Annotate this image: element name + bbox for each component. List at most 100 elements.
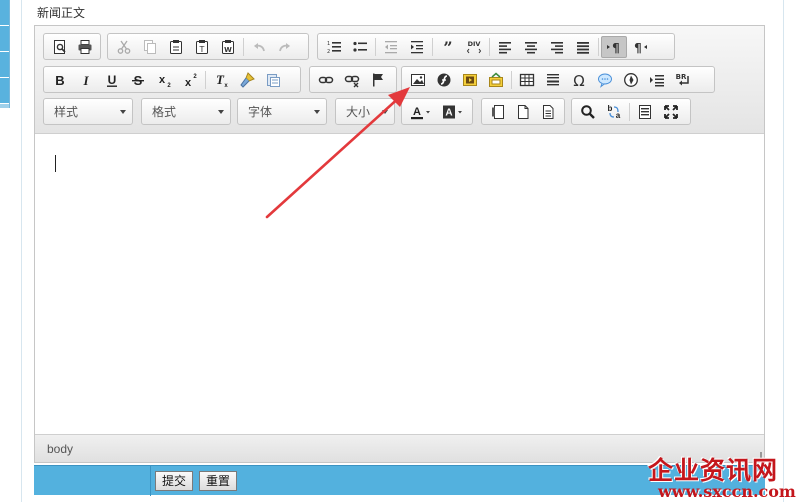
horizontal-rule-icon[interactable]	[540, 69, 566, 91]
reset-button[interactable]: 重置	[199, 471, 238, 491]
outdent-icon[interactable]	[378, 36, 404, 58]
paste-text-icon[interactable]: T	[189, 36, 215, 58]
page-break-icon[interactable]	[618, 69, 644, 91]
image-icon[interactable]	[405, 69, 431, 91]
italic-icon[interactable]: I	[73, 69, 99, 91]
svg-text:x: x	[159, 74, 166, 86]
toolbar-group-basic-styles: B I U S x2 x2 Tx	[43, 66, 301, 93]
svg-text:W: W	[224, 46, 232, 54]
toolbar-group-clipboard: T W	[107, 33, 309, 60]
ltr-icon[interactable]: ¶	[601, 35, 627, 58]
svg-text:b: b	[608, 104, 613, 113]
editor-content-area[interactable]	[35, 134, 764, 434]
align-right-icon[interactable]	[544, 36, 570, 58]
numbered-list-icon[interactable]: 12	[321, 36, 347, 58]
svg-text:I: I	[82, 73, 89, 88]
toolbar-group-document	[43, 33, 101, 60]
field-label: 新闻正文	[37, 6, 86, 20]
text-caret	[55, 155, 56, 172]
rtl-icon[interactable]: ¶	[627, 36, 653, 58]
cut-icon[interactable]	[111, 36, 137, 58]
frame-border-right	[783, 0, 784, 502]
svg-text:DIV: DIV	[468, 40, 481, 48]
source-doc-icon[interactable]	[485, 101, 510, 123]
toolbar-group-document-tools	[481, 98, 565, 125]
strike-icon[interactable]: S	[125, 69, 151, 91]
svg-text:x: x	[224, 83, 228, 88]
redo-icon[interactable]	[272, 36, 298, 58]
styles-combo[interactable]: 样式	[43, 98, 133, 125]
chevron-down-icon	[382, 110, 388, 114]
table-icon[interactable]	[514, 69, 540, 91]
chevron-down-icon	[314, 110, 320, 114]
preview-icon[interactable]	[47, 36, 72, 58]
element-path[interactable]: body	[47, 442, 73, 456]
copy-format-icon[interactable]	[234, 69, 260, 91]
remove-format-icon[interactable]: Tx	[208, 69, 234, 91]
anchor-icon[interactable]	[365, 69, 391, 91]
chevron-down-icon	[120, 110, 126, 114]
svg-text:a: a	[616, 111, 621, 120]
paste-icon[interactable]	[163, 36, 189, 58]
iframe-icon[interactable]	[483, 69, 509, 91]
toolbar-group-links	[309, 66, 397, 93]
indent-icon[interactable]	[404, 36, 430, 58]
svg-text:¶: ¶	[612, 41, 620, 55]
media-icon[interactable]	[457, 69, 483, 91]
paste-plain-icon[interactable]	[260, 69, 286, 91]
smiley-icon[interactable]	[592, 69, 618, 91]
left-nav-stub	[0, 0, 10, 108]
undo-icon[interactable]	[246, 36, 272, 58]
svg-text:Ω: Ω	[573, 72, 584, 88]
select-all-icon[interactable]	[632, 101, 658, 123]
copy-icon[interactable]	[137, 36, 163, 58]
site-watermark-logo: 企业资讯网 www.sxccn.com	[648, 456, 796, 501]
format-combo[interactable]: 格式	[141, 98, 231, 125]
svg-text:1: 1	[327, 41, 330, 47]
find-icon[interactable]	[575, 101, 601, 123]
submit-button[interactable]: 提交	[155, 471, 194, 491]
link-icon[interactable]	[313, 69, 339, 91]
bulleted-list-icon[interactable]	[347, 36, 373, 58]
svg-text:T: T	[199, 45, 205, 54]
svg-text:U: U	[108, 73, 117, 87]
toolbar-group-colors: A A	[401, 98, 473, 125]
paste-word-icon[interactable]: W	[215, 36, 241, 58]
blockquote-icon[interactable]: ”	[435, 36, 461, 58]
background-color-icon[interactable]: A	[437, 101, 469, 123]
unlink-icon[interactable]	[339, 69, 365, 91]
chevron-down-icon	[218, 110, 224, 114]
bold-icon[interactable]: B	[47, 69, 73, 91]
svg-text:2: 2	[193, 74, 197, 80]
page: 新闻正文 T W 1 2 ” DIV ¶ ¶ B I U S x 2 x 2 T…	[0, 0, 806, 502]
toolbar-group-paragraph: 12 ” DIV ¶ ¶	[317, 33, 675, 60]
div-icon[interactable]: DIV	[461, 36, 487, 58]
svg-text:2: 2	[327, 49, 330, 55]
maximize-icon[interactable]	[658, 101, 684, 123]
replace-icon[interactable]: ba	[601, 101, 627, 123]
special-char-icon[interactable]: Ω	[566, 69, 592, 91]
svg-text:A: A	[445, 107, 452, 118]
svg-text:B: B	[55, 73, 64, 88]
toolbar-group-tools: ba	[571, 98, 691, 125]
print-icon[interactable]	[72, 36, 97, 58]
show-blocks-icon[interactable]	[644, 69, 670, 91]
flash-icon[interactable]	[431, 69, 457, 91]
svg-text:¶: ¶	[634, 41, 642, 55]
underline-icon[interactable]: U	[99, 69, 125, 91]
superscript-icon[interactable]: x2	[177, 69, 203, 91]
text-color-icon[interactable]: A	[405, 101, 437, 123]
justify-icon[interactable]	[570, 36, 596, 58]
svg-text:”: ”	[443, 39, 452, 55]
size-combo[interactable]: 大小	[335, 98, 395, 125]
new-page-icon[interactable]	[510, 101, 535, 123]
align-center-icon[interactable]	[518, 36, 544, 58]
svg-text:2: 2	[167, 83, 171, 88]
font-combo[interactable]: 字体	[237, 98, 327, 125]
templates-icon[interactable]	[536, 101, 561, 123]
svg-text:BR: BR	[676, 73, 687, 81]
editor-toolbar: T W 12 ” DIV ¶ ¶ B I U S x 2 x 2 T x Ω B…	[35, 26, 764, 134]
subscript-icon[interactable]: x2	[151, 69, 177, 91]
align-left-icon[interactable]	[492, 36, 518, 58]
line-break-icon[interactable]: BR	[670, 69, 696, 91]
